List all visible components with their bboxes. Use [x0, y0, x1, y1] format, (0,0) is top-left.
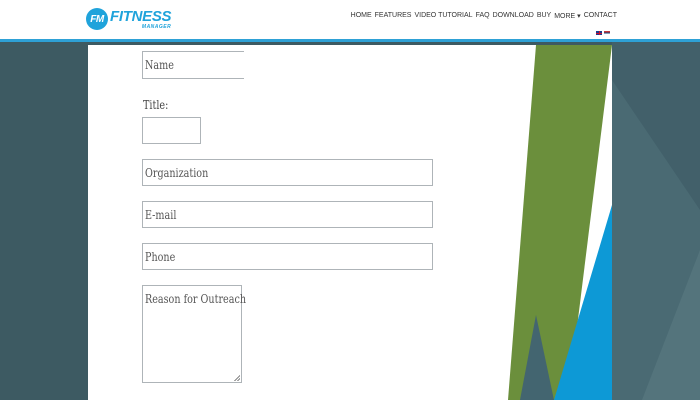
organization-field[interactable]: Organization: [142, 159, 433, 186]
nav-item-buy[interactable]: BUY: [537, 12, 551, 20]
language-switcher: [596, 31, 610, 35]
nav-item-video-tutorial[interactable]: VIDEO TUTORIAL: [414, 12, 472, 20]
nav-item-download[interactable]: DOWNLOAD: [493, 12, 534, 20]
nav-item-home[interactable]: HOME: [351, 12, 372, 20]
title-label: Title:: [143, 98, 169, 112]
fitness-manager-logo[interactable]: FM FITNESS MANAGER: [86, 6, 172, 32]
serbian-flag-icon[interactable]: [604, 31, 610, 35]
contact-form-panel: Name Title: Organization E-mail Phone Re…: [88, 45, 612, 400]
nav-item-faq[interactable]: FAQ: [476, 12, 490, 20]
name-field[interactable]: Name: [142, 51, 244, 79]
reason-placeholder: Reason for Outreach: [145, 292, 247, 306]
organization-placeholder: Organization: [145, 165, 209, 180]
english-flag-icon[interactable]: [596, 31, 602, 35]
site-header: FM FITNESS MANAGER HOME FEATURES VIDEO T…: [0, 0, 700, 42]
logo-badge: FM: [86, 8, 108, 30]
email-field[interactable]: E-mail: [142, 201, 433, 228]
background-shapes: [612, 80, 700, 400]
nav-item-features[interactable]: FEATURES: [375, 12, 412, 20]
title-field[interactable]: [142, 117, 201, 144]
nav-item-contact[interactable]: CONTACT: [584, 12, 617, 20]
email-placeholder: E-mail: [145, 207, 177, 222]
name-placeholder: Name: [145, 58, 174, 72]
nav-item-more[interactable]: MORE ▾: [554, 12, 580, 20]
resize-handle-icon[interactable]: [234, 375, 240, 381]
logo-title: FITNESS: [110, 8, 172, 25]
phone-field[interactable]: Phone: [142, 243, 433, 270]
logo-text: FITNESS MANAGER: [110, 8, 172, 30]
reason-textarea[interactable]: Reason for Outreach: [142, 285, 246, 383]
main-nav: HOME FEATURES VIDEO TUTORIAL FAQ DOWNLOA…: [351, 12, 617, 20]
right-background: [612, 0, 700, 400]
phone-placeholder: Phone: [145, 249, 176, 264]
